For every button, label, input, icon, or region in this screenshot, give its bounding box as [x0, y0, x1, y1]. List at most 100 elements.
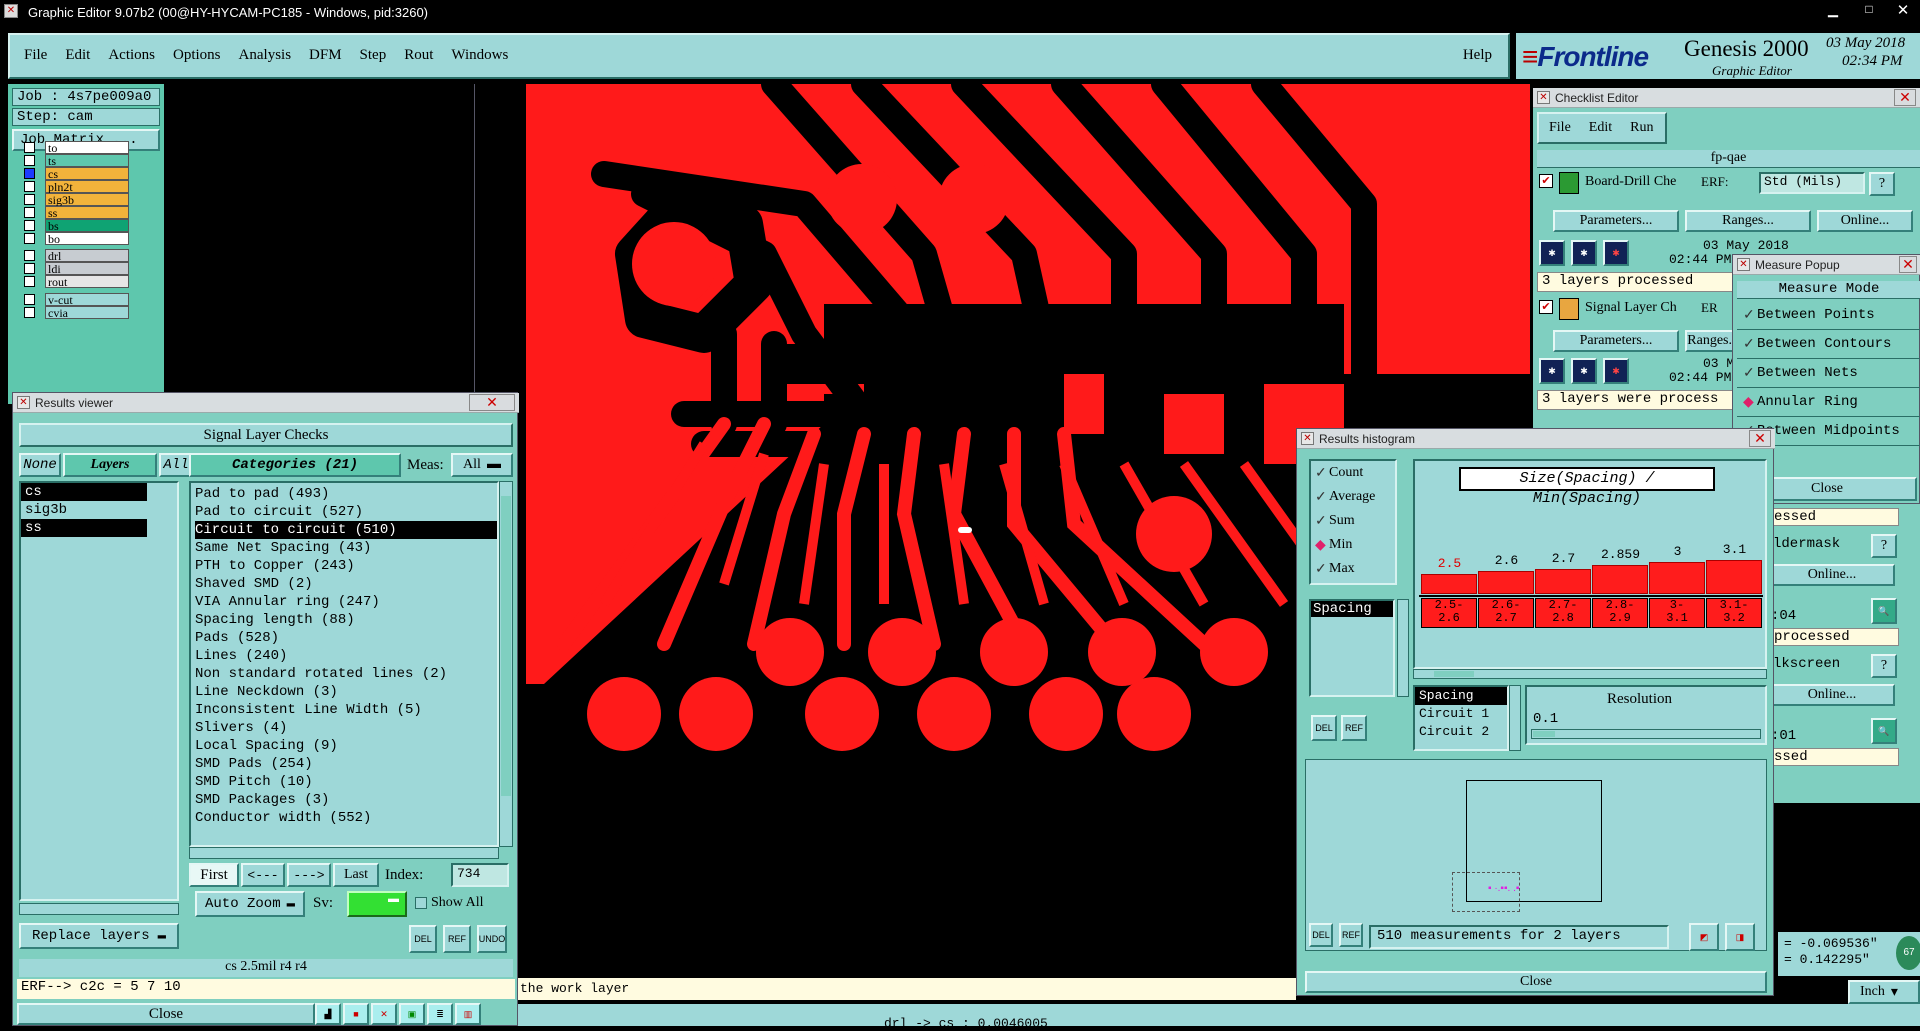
layer-checkbox[interactable] — [24, 262, 35, 274]
layer-checkbox[interactable] — [24, 180, 35, 192]
minimize-icon[interactable]: ▁ — [1820, 2, 1846, 20]
menu-file[interactable]: File — [24, 47, 47, 64]
last-button[interactable]: Last — [333, 863, 379, 887]
layer-row-cvia[interactable]: cvia — [24, 305, 142, 319]
row2-checkbox[interactable]: ✔ — [1539, 300, 1553, 314]
resolution-slider[interactable] — [1531, 729, 1761, 739]
layer-row-to[interactable]: to — [24, 140, 142, 154]
results-del-button[interactable]: DEL — [409, 925, 437, 953]
spacing-scrollbar[interactable] — [1397, 599, 1409, 697]
measure-mode-item[interactable]: ✓ Between Nets — [1737, 359, 1920, 388]
units-select[interactable]: Inch ▾ — [1848, 980, 1920, 1004]
maximize-icon[interactable]: □ — [1856, 2, 1882, 20]
row2-run2-icon[interactable]: ✱ — [1571, 358, 1597, 384]
frag-zoom-icon-2[interactable]: 🔍 — [1871, 718, 1897, 744]
layer-row-ss[interactable]: ss — [24, 205, 142, 219]
categories-hscroll[interactable] — [189, 847, 499, 859]
stat-option-min[interactable]: ◆ Min — [1311, 533, 1395, 557]
category-item[interactable]: Line Neckdown (3) — [195, 683, 497, 701]
layers-button[interactable]: Layers — [63, 453, 157, 477]
hist-del-button[interactable]: DEL — [1311, 715, 1337, 741]
menu-edit[interactable]: Edit — [65, 47, 90, 64]
category-item[interactable]: SMD Pitch (10) — [195, 773, 497, 791]
tool-notes-icon[interactable]: ≣ — [427, 1003, 453, 1025]
tool-histogram-icon[interactable]: ▥ — [455, 1003, 481, 1025]
results-layer-item[interactable]: cs — [21, 483, 147, 501]
spacing-item[interactable]: Spacing — [1311, 601, 1393, 617]
category-item[interactable]: Local Spacing (9) — [195, 737, 497, 755]
menu-rout[interactable]: Rout — [404, 47, 433, 64]
tool-film-icon[interactable]: ■ — [343, 1003, 369, 1025]
layer-row-cs[interactable]: cs — [24, 166, 142, 180]
chart-scrollbar[interactable] — [1413, 669, 1767, 679]
layer-checkbox[interactable] — [24, 141, 35, 153]
checklist-menu-run[interactable]: Run — [1630, 120, 1653, 136]
series-item[interactable]: Spacing — [1415, 687, 1507, 705]
stat-option-average[interactable]: ✓ Average — [1311, 485, 1395, 509]
layer-checkbox[interactable] — [24, 219, 35, 231]
category-item[interactable]: Spacing length (88) — [195, 611, 497, 629]
frag-online-2[interactable]: Online... — [1769, 684, 1895, 706]
stat-option-sum[interactable]: ✓ Sum — [1311, 509, 1395, 533]
results-layer-item[interactable]: ss — [21, 519, 147, 537]
layer-checkbox[interactable] — [24, 206, 35, 218]
none-button[interactable]: None — [19, 453, 61, 477]
tool-chart-icon[interactable]: ▟ — [315, 1003, 341, 1025]
row1-run-icon[interactable]: ✱ — [1539, 240, 1565, 266]
category-item[interactable]: PTH to Copper (243) — [195, 557, 497, 575]
prev-button[interactable]: <--- — [241, 863, 285, 887]
category-item[interactable]: Inconsistent Line Width (5) — [195, 701, 497, 719]
measure-mode-item[interactable]: ✓ Between Contours — [1737, 330, 1920, 359]
frag-help-2[interactable]: ? — [1871, 654, 1897, 678]
frag-zoom-icon-1[interactable]: 🔍 — [1871, 598, 1897, 624]
results-close-button[interactable]: Close — [17, 1003, 315, 1025]
measure-mode-item[interactable]: ✓ Between Points — [1737, 301, 1920, 330]
layer-row-drl[interactable]: drl — [24, 248, 142, 262]
results-layer-item[interactable]: sig3b — [21, 501, 147, 519]
row1-std[interactable]: Std (Mils) — [1759, 172, 1865, 194]
replace-layers-button[interactable]: Replace layers ▬ — [19, 923, 179, 949]
checklist-menu-edit[interactable]: Edit — [1589, 120, 1612, 136]
categories-vscroll[interactable] — [499, 481, 513, 847]
preview-ref-button[interactable]: REF — [1339, 923, 1363, 947]
row2-run-icon[interactable]: ✱ — [1539, 358, 1565, 384]
tool-green-icon[interactable]: ▣ — [399, 1003, 425, 1025]
results-ref-button[interactable]: REF — [443, 925, 471, 953]
series-item[interactable]: Circuit 1 — [1415, 705, 1507, 723]
layer-checkbox[interactable] — [24, 249, 35, 261]
measure-close-icon[interactable]: ✕ — [1899, 256, 1917, 273]
category-item[interactable]: Pads (528) — [195, 629, 497, 647]
layer-checkbox[interactable] — [24, 306, 35, 318]
layer-checkbox[interactable] — [24, 167, 35, 179]
layer-row-ldi[interactable]: ldi — [24, 261, 142, 275]
row1-run3-icon[interactable]: ✱ — [1603, 240, 1629, 266]
results-undo-button[interactable]: UNDO — [477, 925, 507, 953]
category-item[interactable]: Shaved SMD (2) — [195, 575, 497, 593]
frag-help-1[interactable]: ? — [1871, 534, 1897, 558]
first-button[interactable]: First — [189, 863, 239, 887]
menu-step[interactable]: Step — [360, 47, 387, 64]
menu-windows[interactable]: Windows — [451, 47, 508, 64]
row1-online-button[interactable]: Online... — [1817, 210, 1913, 232]
layer-checkbox[interactable] — [24, 293, 35, 305]
layer-checkbox[interactable] — [24, 275, 35, 287]
layer-row-ts[interactable]: ts — [24, 153, 142, 167]
meas-select[interactable]: All ▬ — [451, 453, 513, 477]
row2-parameters-button[interactable]: Parameters... — [1553, 330, 1679, 352]
row1-checkbox[interactable]: ✔ — [1539, 174, 1553, 188]
checklist-close-icon[interactable]: ✕ — [1894, 89, 1916, 106]
layer-row-sig3b[interactable]: sig3b — [24, 192, 142, 206]
menu-actions[interactable]: Actions — [108, 47, 155, 64]
histogram-close-button[interactable]: Close — [1305, 971, 1767, 993]
category-item[interactable]: SMD Packages (3) — [195, 791, 497, 809]
tool-cross-icon[interactable]: ✕ — [371, 1003, 397, 1025]
autozoom-select[interactable]: Auto Zoom ▬ — [195, 891, 305, 917]
help-menu[interactable]: Help — [1463, 47, 1492, 64]
category-item[interactable]: Pad to circuit (527) — [195, 503, 497, 521]
category-item[interactable]: Non standard rotated lines (2) — [195, 665, 497, 683]
histogram-bar[interactable] — [1421, 573, 1477, 594]
histogram-bar[interactable] — [1592, 565, 1648, 594]
all-button[interactable]: All — [159, 453, 193, 477]
series-item[interactable]: Circuit 2 — [1415, 723, 1507, 741]
results-close-icon[interactable]: ✕ — [469, 394, 515, 411]
